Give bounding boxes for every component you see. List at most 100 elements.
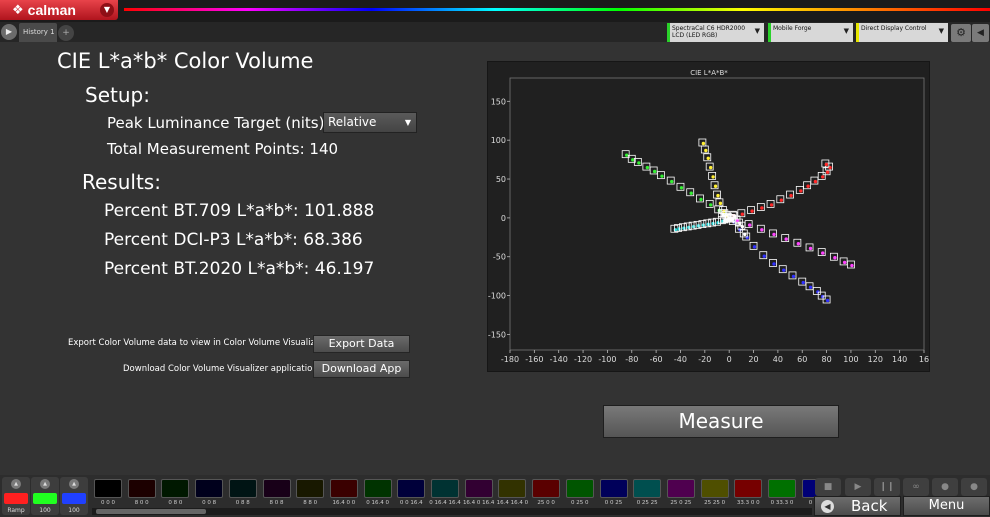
patch-swatch[interactable]: 0 16.4 16.4	[429, 477, 461, 512]
patch-swatch[interactable]: 0 0 0	[92, 477, 124, 512]
patch-color	[666, 479, 695, 498]
total-measurement-points: Total Measurement Points: 140	[107, 140, 339, 158]
back-button[interactable]: ◀ Back	[814, 496, 901, 516]
measured-point	[842, 260, 847, 265]
x-tick-label: -20	[698, 355, 711, 364]
setup-heading: Setup:	[85, 83, 150, 107]
channel-toggle[interactable]: ▲ 100	[60, 477, 88, 515]
scroll-thumb[interactable]	[96, 509, 206, 514]
patch-swatch[interactable]: 33.3 0 0	[732, 477, 764, 512]
measured-point	[784, 237, 788, 241]
x-tick-label: -120	[574, 355, 592, 364]
peak-luminance-select[interactable]: Relative ▼	[323, 112, 417, 133]
measured-point	[801, 280, 805, 285]
chevron-down-icon[interactable]: ▼	[100, 3, 114, 17]
channel-toggle[interactable]: ▲ 100	[31, 477, 59, 515]
patch-color	[296, 479, 325, 498]
measured-point	[808, 246, 813, 251]
patch-swatch[interactable]: 8 0 0	[126, 477, 158, 512]
measured-point	[679, 186, 684, 190]
measure-button[interactable]: Measure	[603, 405, 839, 438]
channel-label: 100	[68, 507, 80, 514]
patch-scrollbar[interactable]	[92, 508, 812, 515]
measured-point	[813, 179, 818, 184]
device-select-source[interactable]: Mobile Forge ▼	[768, 23, 853, 42]
patch-color	[195, 479, 224, 498]
patch-swatch[interactable]: 25 0 25	[665, 477, 697, 512]
x-tick-label: -40	[674, 355, 687, 364]
patch-label: 25 0 0	[537, 500, 555, 506]
page-title: CIE L*a*b* Color Volume	[57, 49, 314, 73]
patch-color	[329, 479, 358, 498]
chevron-down-icon: ▼	[938, 27, 944, 35]
gear-icon[interactable]: ⚙	[951, 24, 971, 42]
play-icon[interactable]: ▶	[1, 24, 17, 40]
patch-color	[464, 479, 493, 498]
patch-label: 25 25 0	[704, 500, 726, 506]
play-icon[interactable]: ▶	[845, 478, 871, 496]
patch-label: 0 0 25	[604, 500, 623, 506]
measured-point	[718, 201, 723, 206]
patch-swatch[interactable]: 0 8 8	[227, 477, 259, 512]
patch-swatch[interactable]: 16.4 0 0	[328, 477, 360, 512]
patch-swatch[interactable]: 0 33.3 0	[766, 477, 798, 512]
device-select-display[interactable]: Direct Display Control ▼	[856, 23, 948, 42]
collapse-icon[interactable]: ◀	[972, 24, 989, 42]
patch-swatch[interactable]: 0 0 25	[598, 477, 630, 512]
channel-knob-icon[interactable]: ▲	[69, 479, 79, 489]
record-icon[interactable]: ●	[932, 478, 958, 496]
app-logo-menu[interactable]: ❖ calman ▼	[0, 0, 118, 20]
loop-icon[interactable]: ∞	[903, 478, 929, 496]
result-bt709: Percent BT.709 L*a*b*: 101.888	[104, 201, 375, 221]
patch-swatch[interactable]: 25 0 0	[530, 477, 562, 512]
measured-point	[779, 198, 784, 202]
x-tick-label: 140	[892, 355, 907, 364]
patch-label: 0 16.4 0	[366, 500, 389, 506]
patch-label: 16.4 0 16.4	[462, 500, 495, 506]
channel-knob-icon[interactable]: ▲	[11, 479, 21, 489]
patch-label: 0 25 25	[636, 500, 658, 506]
menu-button[interactable]: Menu	[903, 496, 990, 516]
measured-point	[721, 212, 725, 216]
y-tick-label: 50	[496, 175, 506, 184]
device-line1: Direct Display Control	[861, 25, 927, 32]
patch-color	[127, 479, 156, 498]
patch-color	[633, 479, 662, 498]
device-select-meter[interactable]: SpectraCal C6 HDR2000 LCD (LED RGB) ▼	[667, 23, 764, 42]
patch-swatch[interactable]: 8 0 8	[261, 477, 293, 512]
device-status-stripe	[856, 23, 859, 42]
patch-swatch[interactable]: 0 0 16.4	[395, 477, 427, 512]
stop-icon[interactable]: ■	[815, 478, 841, 496]
channel-toggle[interactable]: ▲ Ramp	[2, 477, 30, 515]
export-data-button[interactable]: Export Data	[313, 335, 410, 353]
x-tick-label: -100	[598, 355, 616, 364]
patch-color	[565, 479, 594, 498]
measured-point	[772, 262, 776, 266]
measured-point	[689, 191, 693, 195]
patch-swatch[interactable]: 0 8 0	[159, 477, 191, 512]
patch-swatch[interactable]: 25 25 0	[699, 477, 731, 512]
patch-swatch[interactable]: 0 25 25	[631, 477, 663, 512]
back-label: Back	[851, 497, 888, 515]
tab-history[interactable]: History 1	[19, 23, 57, 42]
patch-swatch[interactable]: 0 0 8	[193, 477, 225, 512]
patch-swatch[interactable]: 0 25 0	[564, 477, 596, 512]
patch-swatch[interactable]: 16.4 16.4 0	[496, 477, 528, 512]
add-tab-icon[interactable]: +	[58, 25, 74, 41]
patch-swatch[interactable]: 0 16.4 0	[362, 477, 394, 512]
channel-knob-icon[interactable]: ▲	[40, 479, 50, 489]
patch-color	[734, 479, 763, 498]
pause-icon[interactable]: ❙❙	[874, 478, 900, 496]
device-status-stripe	[667, 23, 670, 42]
measured-point	[740, 224, 745, 229]
measured-point	[711, 175, 715, 179]
channel-color-chip	[33, 493, 57, 504]
patch-swatch[interactable]: 8 8 0	[294, 477, 326, 512]
download-app-button[interactable]: Download App	[313, 360, 410, 378]
chevron-down-icon: ▼	[843, 27, 849, 35]
measured-point	[752, 245, 757, 249]
patch-swatch[interactable]: 16.4 0 16.4	[463, 477, 495, 512]
options-icon[interactable]: ●	[961, 478, 987, 496]
patch-color	[498, 479, 527, 498]
measured-point	[796, 242, 801, 246]
